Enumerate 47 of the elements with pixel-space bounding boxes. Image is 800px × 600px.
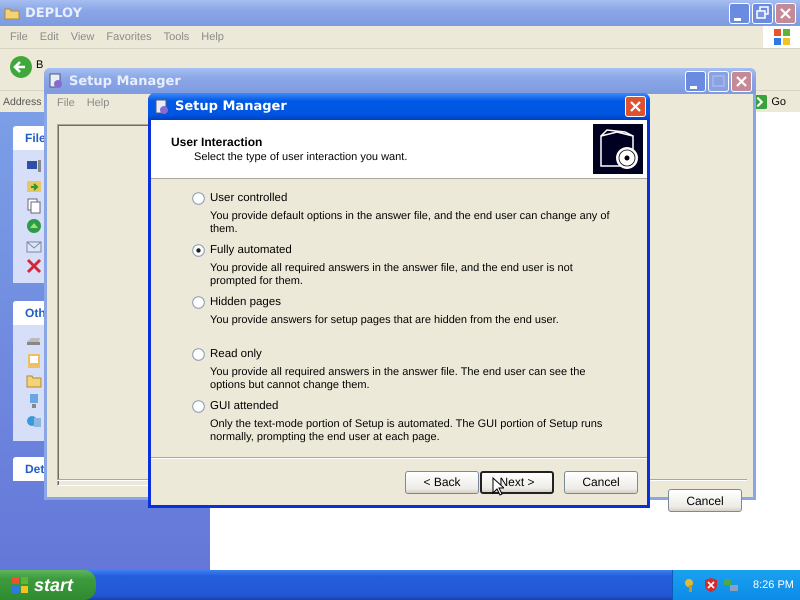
wizard-button[interactable]: Next > bbox=[480, 470, 554, 494]
close-button[interactable] bbox=[625, 96, 646, 117]
back-label[interactable]: B bbox=[36, 59, 44, 71]
dialog-title: Setup Manager bbox=[175, 99, 287, 114]
option-label[interactable]: Fully automated bbox=[210, 244, 292, 256]
option-label[interactable]: User controlled bbox=[210, 192, 288, 204]
option-label[interactable]: GUI attended bbox=[210, 400, 278, 412]
address-label: Address bbox=[3, 96, 42, 108]
cancel-button[interactable]: Cancel bbox=[668, 489, 742, 512]
go-label[interactable]: Go bbox=[771, 96, 786, 108]
app-icon bbox=[48, 73, 64, 89]
option-description: You provide all required answers in the answer file, and the end user is not prompted for them. bbox=[210, 262, 574, 288]
radio-button[interactable] bbox=[192, 296, 205, 308]
clock: 8:26 PM bbox=[753, 579, 794, 591]
panel-title[interactable]: Det bbox=[25, 462, 44, 476]
document-icon[interactable] bbox=[26, 353, 42, 369]
radio-button[interactable] bbox=[192, 244, 205, 256]
copy-icon[interactable] bbox=[26, 198, 42, 214]
window-title: DEPLOY bbox=[25, 6, 82, 20]
option-description: Only the text-mode portion of Setup is automated. The GUI portion of Setup runs normally, prompting the end user at each page. bbox=[210, 418, 604, 444]
option-label[interactable]: Hidden pages bbox=[210, 296, 281, 308]
start-button[interactable]: start bbox=[0, 570, 96, 600]
window-title: Setup Manager bbox=[69, 74, 181, 88]
option-description: You provide all required answers in the answer file. The end user can see the options but cannot change them. bbox=[210, 366, 586, 392]
radio-button[interactable] bbox=[192, 400, 205, 412]
option-label[interactable]: Read only bbox=[210, 348, 262, 360]
wizard-button[interactable]: Cancel bbox=[564, 470, 638, 494]
move-folder-icon[interactable] bbox=[26, 178, 42, 194]
page-heading: User Interaction bbox=[171, 135, 264, 149]
option-description: You provide answers for setup pages that are hidden from the end user. bbox=[210, 314, 560, 327]
security-shield-icon[interactable] bbox=[703, 577, 719, 593]
folder-icon[interactable] bbox=[26, 373, 42, 389]
windows-logo-icon bbox=[763, 26, 800, 48]
minimize-icon bbox=[734, 18, 741, 20]
windows-logo-icon bbox=[10, 575, 30, 595]
delete-icon[interactable] bbox=[26, 258, 42, 274]
option-description: You provide default options in the answer file, and the end user can change any of them. bbox=[210, 210, 610, 236]
globe-icon[interactable] bbox=[26, 218, 42, 234]
app-icon bbox=[154, 98, 170, 114]
cd-box-icon bbox=[593, 124, 643, 174]
radio-button[interactable] bbox=[192, 348, 205, 360]
radio-button[interactable] bbox=[192, 192, 205, 204]
minimize-icon bbox=[690, 86, 697, 88]
computer-icon[interactable] bbox=[26, 158, 42, 174]
page-subheading: Select the type of user interaction you want. bbox=[193, 151, 408, 163]
panel-title[interactable]: File bbox=[25, 131, 46, 145]
wizard-button[interactable]: < Back bbox=[405, 470, 479, 494]
